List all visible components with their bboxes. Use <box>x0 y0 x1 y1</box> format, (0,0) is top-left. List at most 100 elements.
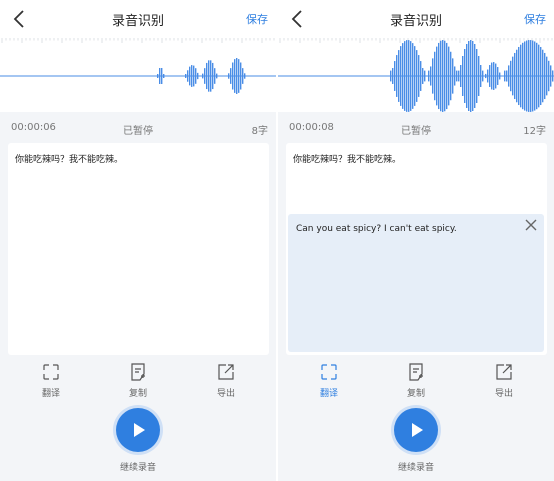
waveform-bar <box>540 46 542 106</box>
waveform-bar <box>472 41 474 111</box>
waveform-bar <box>514 52 516 100</box>
waveform-bar <box>499 72 501 80</box>
waveform-bar <box>491 62 493 90</box>
waveform-bar <box>414 46 416 106</box>
waveform-bar <box>508 65 510 87</box>
waveform-bar <box>536 42 538 110</box>
recording-screen-paused: 录音识别 保存 00:00:06 已暂停 8字 你能吃辣吗？我不能吃辣。 翻译 <box>0 0 276 481</box>
export-button[interactable]: 导出 <box>196 362 256 399</box>
resume-recording-label: 继续录音 <box>397 463 434 473</box>
export-button[interactable]: 导出 <box>474 362 534 399</box>
waveform-bar <box>434 51 436 101</box>
waveform-bar <box>530 40 532 112</box>
waveform-bar <box>452 58 454 94</box>
waveform-bar <box>550 65 552 87</box>
waveform-bar <box>157 74 159 78</box>
transcript-text: 你能吃辣吗？我不能吃辣。 <box>15 155 124 165</box>
waveform-bar <box>202 73 204 79</box>
waveform <box>0 38 276 112</box>
waveform-bar <box>504 70 506 82</box>
waveform-bar <box>487 69 489 83</box>
translate-icon <box>321 364 337 380</box>
transcript-card[interactable]: 你能吃辣吗？我不能吃辣。 <box>8 143 269 355</box>
copy-icon <box>409 363 423 381</box>
waveform-bar <box>468 41 470 111</box>
translation-text: Can you eat spicy? I can't eat spicy. <box>296 224 457 234</box>
waveform-bar <box>244 73 246 79</box>
waveform-bar <box>493 62 495 90</box>
waveform-bar <box>428 70 430 82</box>
waveform-bar <box>510 60 512 92</box>
waveform-bar <box>432 58 434 94</box>
waveform-bar <box>450 51 452 101</box>
status-bar: 00:00:06 已暂停 8字 <box>0 112 276 142</box>
character-count: 8字 <box>251 126 268 137</box>
waveform-bar <box>448 46 450 106</box>
translation-card[interactable]: Can you eat spicy? I can't eat spicy. <box>288 214 544 352</box>
copy-button[interactable]: 复制 <box>386 362 446 399</box>
header-bar: 录音识别 保存 <box>0 0 276 38</box>
copy-label: 复制 <box>406 389 425 399</box>
waveform-bar <box>208 60 210 92</box>
recording-state: 已暂停 <box>123 126 153 137</box>
translate-button[interactable]: 翻译 <box>21 362 81 399</box>
waveform-bar <box>462 56 464 96</box>
recording-state: 已暂停 <box>401 126 431 137</box>
waveform-bar <box>204 68 206 84</box>
waveform-bar <box>232 62 234 90</box>
waveform-bar <box>526 40 528 112</box>
waveform-bar <box>214 68 216 84</box>
waveform-bar <box>495 63 497 89</box>
resume-recording-button[interactable] <box>394 408 438 452</box>
play-icon <box>412 423 423 437</box>
waveform-bar <box>438 42 440 110</box>
waveform-bar <box>464 49 466 103</box>
waveform-bar <box>506 70 508 82</box>
waveform-bar <box>424 70 426 82</box>
resume-recording-label: 继续录音 <box>119 463 156 473</box>
waveform-bar <box>193 65 195 87</box>
waveform-bar <box>456 70 458 82</box>
resume-recording-button[interactable] <box>116 408 160 452</box>
waveform-bar <box>446 42 448 110</box>
waveform-graphic <box>0 38 276 94</box>
waveform-bar <box>538 44 540 108</box>
waveform <box>278 38 554 112</box>
waveform-graphic <box>278 38 554 112</box>
waveform-bar <box>410 41 412 111</box>
waveform-bar <box>436 46 438 106</box>
waveform-bar <box>420 61 422 91</box>
export-icon <box>496 364 512 380</box>
copy-button[interactable]: 复制 <box>108 362 168 399</box>
waveform-bar <box>532 40 534 112</box>
waveform-bar <box>418 55 420 97</box>
translate-icon <box>43 364 59 380</box>
waveform-bar <box>392 68 394 84</box>
translate-label: 翻译 <box>41 389 60 399</box>
translate-button[interactable]: 翻译 <box>299 362 359 399</box>
waveform-bar <box>212 62 214 90</box>
waveform-bar <box>189 66 191 86</box>
export-label: 导出 <box>494 389 513 399</box>
waveform-bar <box>197 72 199 80</box>
status-bar: 00:00:08 已暂停 12字 <box>278 112 554 142</box>
waveform-bar <box>522 42 524 110</box>
waveform-bar <box>516 49 518 103</box>
save-button[interactable]: 保存 <box>524 11 546 27</box>
action-bar: 翻译 复制 导出 <box>278 362 554 402</box>
waveform-bar <box>230 68 232 84</box>
close-icon[interactable] <box>524 218 538 232</box>
waveform-bar <box>544 52 546 100</box>
save-button[interactable]: 保存 <box>246 11 268 27</box>
page-title: 录音识别 <box>389 14 442 29</box>
waveform-bar <box>485 73 487 79</box>
waveform-bar <box>520 44 522 108</box>
waveform-bar <box>454 66 456 86</box>
waveform-bar <box>542 49 544 103</box>
waveform-bar <box>528 40 530 112</box>
waveform-bar <box>534 41 536 111</box>
waveform-bar <box>470 40 472 112</box>
waveform-bar <box>195 68 197 84</box>
waveform-bar <box>476 49 478 103</box>
waveform-bar <box>210 60 212 92</box>
